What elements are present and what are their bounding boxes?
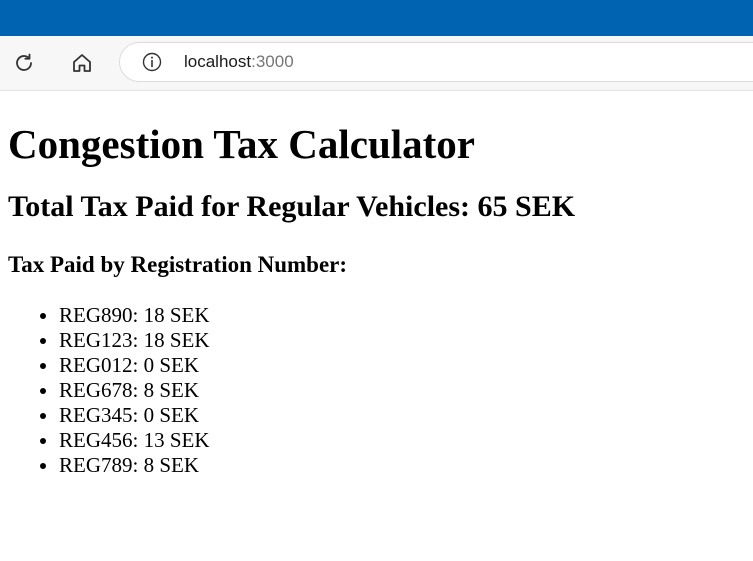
- url-host: localhost: [184, 52, 252, 71]
- reload-icon: [16, 53, 32, 71]
- browser-toolbar: localhost:3000: [0, 36, 753, 91]
- list-item: REG012: 0 SEK: [59, 353, 745, 378]
- list-item: REG345: 0 SEK: [59, 403, 745, 428]
- home-icon: [73, 54, 91, 72]
- page-content: Congestion Tax Calculator Total Tax Paid…: [0, 121, 753, 478]
- info-icon[interactable]: [142, 52, 162, 72]
- url-text[interactable]: localhost:3000: [184, 52, 294, 72]
- registration-heading: Tax Paid by Registration Number:: [8, 252, 348, 277]
- home-button[interactable]: [68, 49, 96, 77]
- list-item: REG123: 18 SEK: [59, 328, 745, 353]
- list-item: REG678: 8 SEK: [59, 378, 745, 403]
- list-item: REG890: 18 SEK: [59, 303, 745, 328]
- list-item: REG789: 8 SEK: [59, 453, 745, 478]
- list-item: REG456: 13 SEK: [59, 428, 745, 453]
- page-title: Congestion Tax Calculator: [8, 121, 475, 167]
- reload-button[interactable]: [10, 49, 38, 77]
- url-port: :3000: [251, 52, 294, 71]
- address-bar[interactable]: localhost:3000: [119, 42, 753, 82]
- registration-tax-list: REG890: 18 SEK REG123: 18 SEK REG012: 0 …: [8, 303, 745, 478]
- total-tax-heading: Total Tax Paid for Regular Vehicles: 65 …: [8, 190, 576, 223]
- browser-title-bar: [0, 0, 753, 36]
